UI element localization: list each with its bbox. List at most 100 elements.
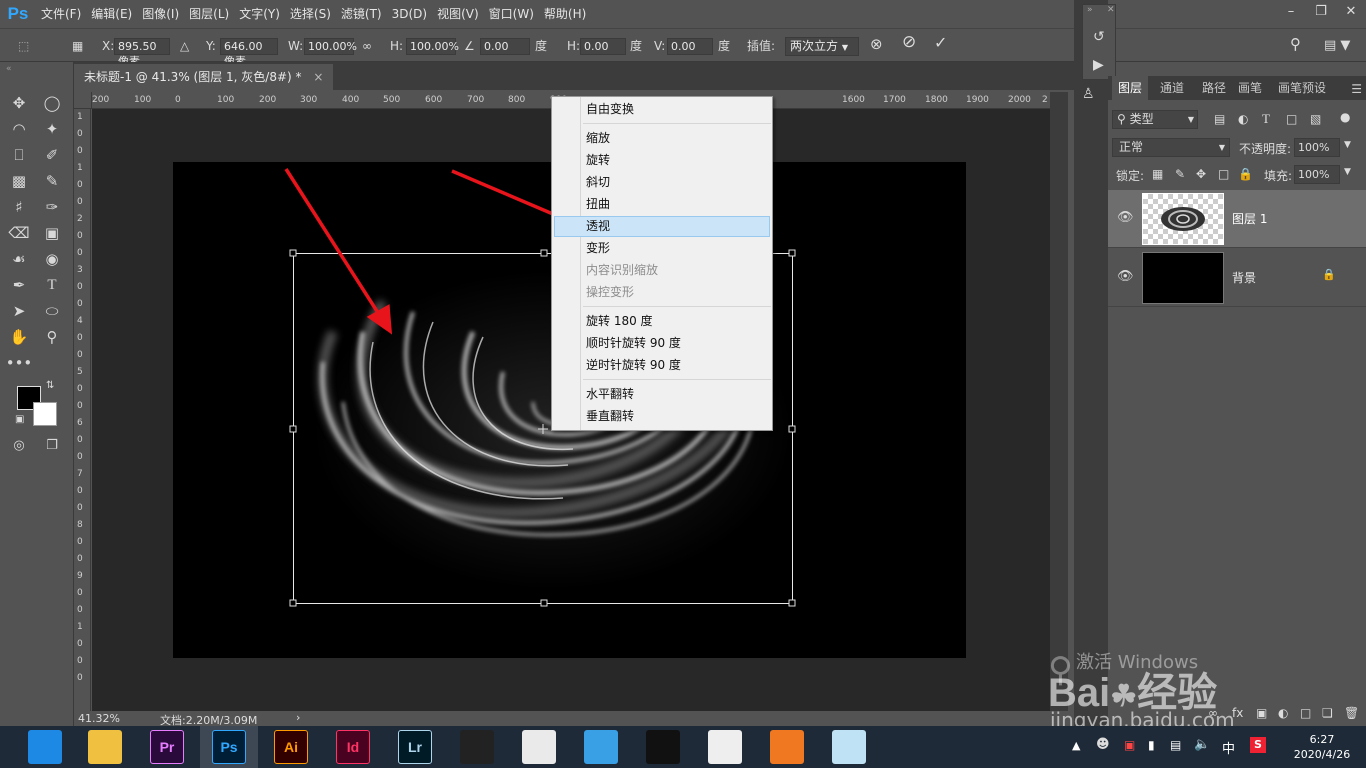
clone-stamp-icon[interactable]: ♯: [7, 196, 31, 218]
lock-position-icon[interactable]: ✥: [1196, 167, 1206, 181]
menu-item[interactable]: 选择(S): [285, 0, 336, 28]
tray-battery-icon[interactable]: ▮: [1148, 738, 1155, 752]
expand-panel-icon[interactable]: »: [1087, 5, 1093, 15]
close-mini-panel-icon[interactable]: ✕: [1107, 5, 1115, 15]
stamp-icon[interactable]: ♙: [1082, 86, 1095, 102]
visibility-eye-icon[interactable]: 👁: [1117, 269, 1134, 284]
y-field[interactable]: 646.00 像素: [220, 38, 278, 68]
context-menu-item[interactable]: 缩放: [554, 128, 770, 149]
zoom-tool-icon[interactable]: ⚲: [40, 326, 64, 348]
close-window-button[interactable]: ✕: [1336, 0, 1366, 22]
taskbar-button[interactable]: [16, 726, 74, 768]
lock-artboard-icon[interactable]: □: [1218, 167, 1229, 181]
taskbar-button[interactable]: Pr: [138, 726, 196, 768]
clock[interactable]: 6:27 2020/4/26: [1282, 732, 1362, 762]
context-menu-item[interactable]: 扭曲: [554, 194, 770, 215]
ellipse-tool-icon[interactable]: ⬭: [40, 300, 64, 322]
lasso-tool-icon[interactable]: ◠: [7, 118, 31, 140]
taskbar-button[interactable]: [820, 726, 878, 768]
lock-all-icon[interactable]: 🔒: [1238, 167, 1253, 181]
layer-name[interactable]: 背景: [1232, 269, 1256, 286]
healing-brush-icon[interactable]: ▩: [7, 170, 31, 192]
crop-tool-icon[interactable]: ⎕: [7, 144, 31, 166]
pen-tool-icon[interactable]: ✒: [7, 274, 31, 296]
filter-adjustment-icon[interactable]: ◐: [1238, 112, 1248, 126]
default-colors-icon[interactable]: ▣: [15, 414, 24, 425]
vertical-scroll-area[interactable]: [1050, 92, 1068, 711]
menu-item[interactable]: 图层(L): [184, 0, 234, 28]
tray-network-icon[interactable]: ▤: [1170, 738, 1181, 752]
workspace-icon[interactable]: ▤ ▼: [1324, 37, 1350, 55]
context-menu-item[interactable]: 自由变换: [554, 99, 770, 120]
magic-wand-icon[interactable]: ✦: [40, 118, 64, 140]
height-field[interactable]: 100.00%: [406, 38, 459, 55]
panel-tab[interactable]: 图层: [1112, 76, 1149, 100]
width-field[interactable]: 100.00%: [304, 38, 357, 55]
filter-shape-icon[interactable]: □: [1286, 112, 1297, 126]
more-tools-icon[interactable]: •••: [6, 352, 33, 374]
context-menu-item[interactable]: 水平翻转: [554, 384, 770, 405]
sogou-ime-icon[interactable]: S: [1250, 737, 1266, 753]
background-color-swatch[interactable]: [33, 402, 57, 426]
eyedropper-icon[interactable]: ✐: [40, 144, 64, 166]
context-menu-item[interactable]: 斜切: [554, 172, 770, 193]
cancel-transform-icon[interactable]: ⊘: [902, 33, 916, 51]
layer-row[interactable]: 👁 图层 1: [1108, 190, 1366, 248]
taskbar-button[interactable]: Ps: [200, 726, 258, 768]
menu-item[interactable]: 视图(V): [432, 0, 484, 28]
context-menu-item[interactable]: 变形: [554, 238, 770, 259]
taskbar-button[interactable]: [696, 726, 754, 768]
quick-mask-icon[interactable]: ◎: [7, 434, 31, 456]
panel-tab[interactable]: 路径: [1196, 76, 1232, 100]
opacity-field[interactable]: 100%: [1294, 138, 1340, 157]
brush-tool-icon[interactable]: ✎: [40, 170, 64, 192]
context-menu-item[interactable]: 顺时针旋转 90 度: [554, 333, 770, 354]
swap-colors-icon[interactable]: ⇅: [46, 380, 54, 391]
taskbar-button[interactable]: [634, 726, 692, 768]
panel-menu-icon[interactable]: ☰: [1351, 82, 1362, 96]
blur-tool-icon[interactable]: ☙: [7, 248, 31, 270]
lock-pixels-icon[interactable]: ✎: [1175, 167, 1185, 181]
minimize-button[interactable]: –: [1276, 0, 1306, 22]
tray-antivirus-icon[interactable]: ▣: [1124, 738, 1135, 752]
fill-dropdown-icon[interactable]: ▼: [1344, 167, 1351, 177]
menu-item[interactable]: 图像(I): [137, 0, 184, 28]
menu-item[interactable]: 帮助(H): [539, 0, 591, 28]
eraser-tool-icon[interactable]: ⌫: [7, 222, 31, 244]
tray-qq-icon[interactable]: ☻: [1096, 737, 1110, 752]
panel-tab[interactable]: 画笔: [1232, 76, 1268, 100]
taskbar-button[interactable]: Id: [324, 726, 382, 768]
menu-item[interactable]: 文字(Y): [234, 0, 285, 28]
context-menu-item[interactable]: 旋转: [554, 150, 770, 171]
document-tab[interactable]: 未标题-1 @ 41.3% (图层 1, 灰色/8#) * ×: [74, 64, 334, 90]
link-icon[interactable]: ∞: [362, 37, 372, 55]
menu-item[interactable]: 3D(D): [387, 0, 432, 28]
menu-item[interactable]: 文件(F): [36, 0, 86, 28]
vskew-field[interactable]: 0.00: [667, 38, 713, 55]
filter-toggle-icon[interactable]: ●: [1340, 110, 1350, 124]
history-icon[interactable]: ↺: [1093, 29, 1105, 45]
tray-expand-icon[interactable]: ▲: [1072, 739, 1080, 752]
warp-mode-icon[interactable]: ⊗: [870, 35, 883, 53]
filter-pixel-icon[interactable]: ▤: [1214, 112, 1225, 126]
angle-field[interactable]: 0.00: [480, 38, 530, 55]
dodge-tool-icon[interactable]: ◉: [40, 248, 64, 270]
ime-indicator[interactable]: 中: [1222, 738, 1235, 757]
interpolation-select[interactable]: 两次立方 ▼: [785, 37, 859, 56]
taskbar-button[interactable]: [76, 726, 134, 768]
collapse-toolbox-icon[interactable]: «: [6, 64, 12, 74]
actions-play-icon[interactable]: ▶: [1093, 57, 1104, 73]
opacity-dropdown-icon[interactable]: ▼: [1344, 140, 1351, 150]
taskbar-button[interactable]: [758, 726, 816, 768]
type-tool-icon[interactable]: T: [40, 274, 64, 296]
history-brush-icon[interactable]: ✑: [40, 196, 64, 218]
search-icon[interactable]: ⚲: [1290, 35, 1301, 53]
zoom-level[interactable]: 41.32%: [78, 712, 120, 725]
context-menu-item[interactable]: 垂直翻转: [554, 406, 770, 427]
panel-tab[interactable]: 通道: [1154, 76, 1190, 100]
filter-smart-object-icon[interactable]: ▧: [1310, 112, 1321, 126]
visibility-eye-icon[interactable]: 👁: [1117, 210, 1134, 225]
elliptical-marquee-icon[interactable]: ◯: [40, 92, 64, 114]
menu-item[interactable]: 滤镜(T): [336, 0, 387, 28]
hand-tool-icon[interactable]: ✋: [7, 326, 31, 348]
